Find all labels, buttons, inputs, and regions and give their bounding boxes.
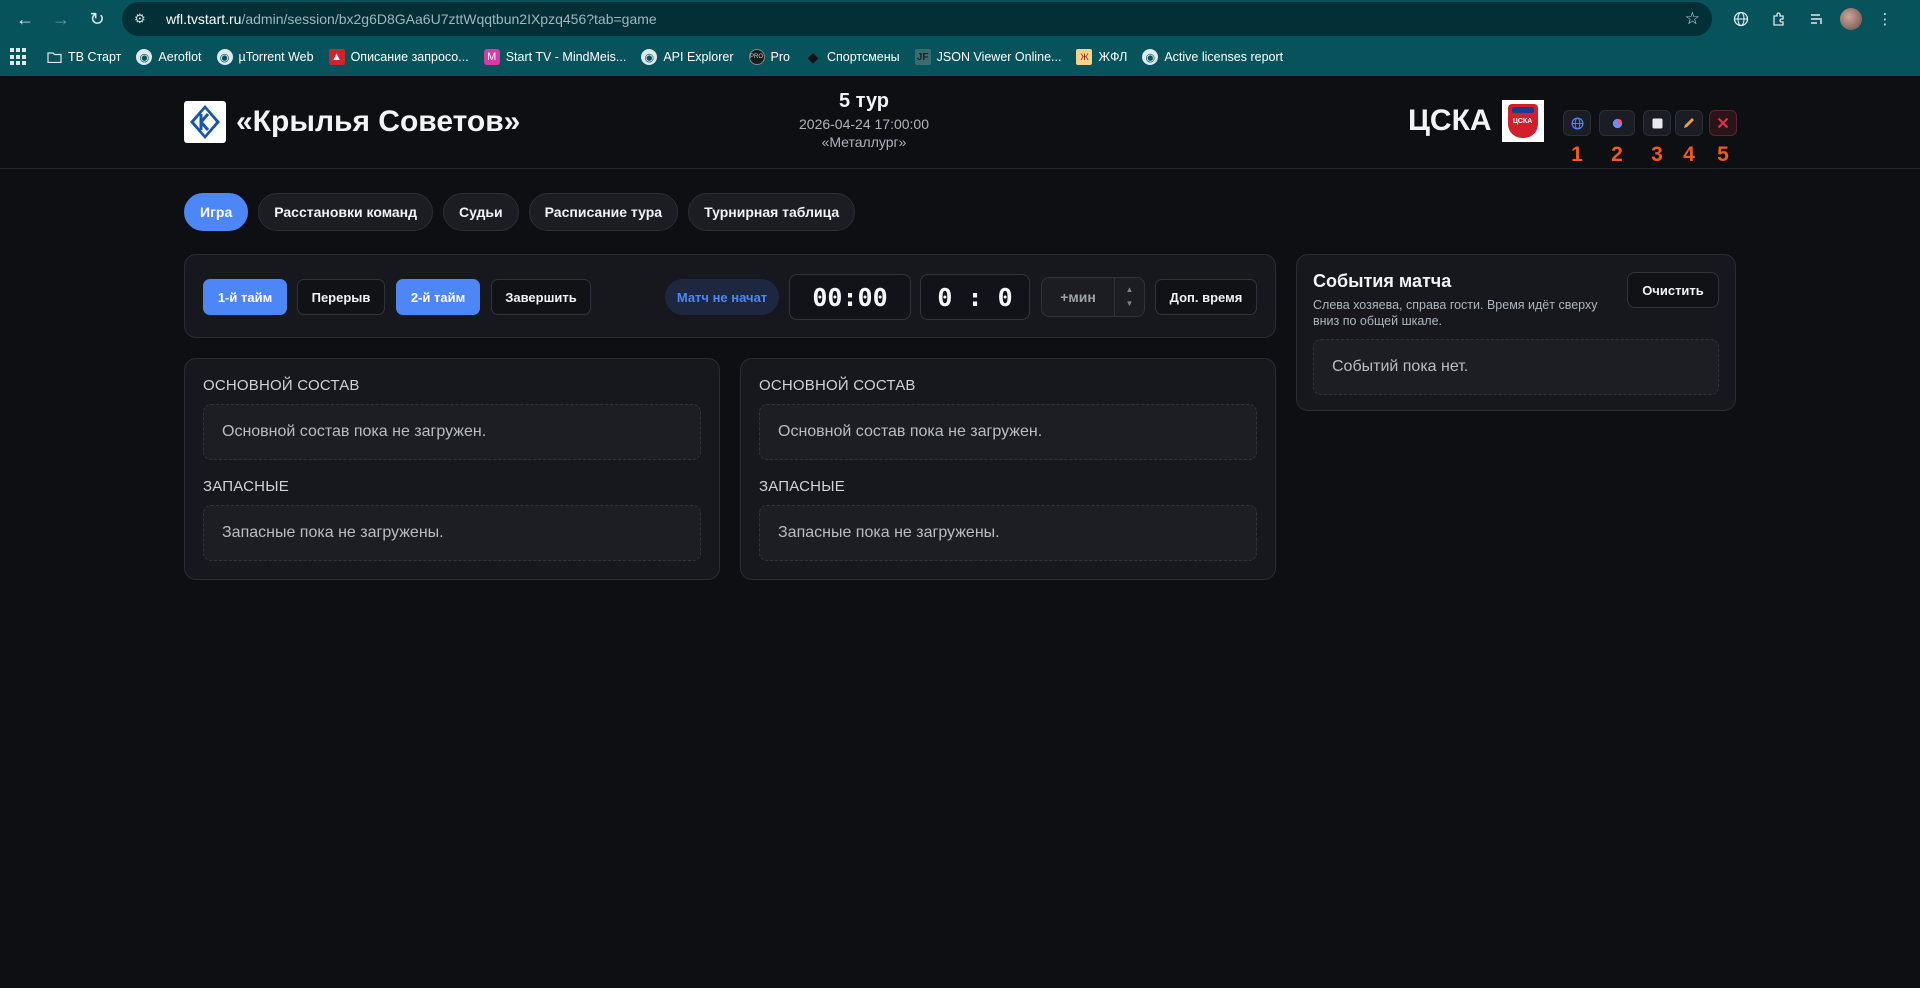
menu-dots-icon[interactable]: ⋮ bbox=[1870, 4, 1900, 34]
globe-icon: ◉ bbox=[641, 49, 658, 65]
folder-icon bbox=[46, 49, 62, 65]
bookmark-tvstart[interactable]: ТВ Старт bbox=[46, 49, 121, 65]
globe-icon: ◉ bbox=[1142, 49, 1159, 65]
reload-icon[interactable]: ↻ bbox=[80, 2, 114, 36]
match-control-panel: 1-й тайм Перерыв 2-й тайм Завершить Матч… bbox=[184, 254, 1276, 338]
main-lineup-empty: Основной состав пока не загружен. bbox=[759, 404, 1257, 460]
bookmarks-bar: ТВ Старт ◉ Aeroflot ◉ µTorrent Web ▲ Опи… bbox=[0, 38, 1920, 76]
zhfl-icon: Ж bbox=[1076, 49, 1093, 65]
tab-referees[interactable]: Судьи bbox=[443, 193, 519, 231]
main-lineup-heading: ОСНОВНОЙ СОСТАВ bbox=[203, 377, 360, 394]
bookmark-pro[interactable]: PRO Pro bbox=[748, 49, 790, 65]
close-button[interactable] bbox=[1709, 110, 1737, 136]
bookmark-utorrent[interactable]: ◉ µTorrent Web bbox=[216, 49, 314, 65]
away-team-name: ЦСКА bbox=[1408, 104, 1492, 137]
bookmark-json-viewer[interactable]: JF JSON Viewer Online... bbox=[914, 49, 1061, 65]
add-minutes-input[interactable]: +мин bbox=[1042, 278, 1114, 316]
subs-empty: Запасные пока не загружены. bbox=[759, 505, 1257, 561]
pdf-icon: ▲ bbox=[328, 49, 345, 65]
stop-button[interactable] bbox=[1643, 110, 1671, 136]
bookmark-star-icon[interactable]: ☆ bbox=[1685, 9, 1700, 29]
address-bar[interactable]: ⚙ wfl.tvstart.ru/admin/session/bx2g6D8GA… bbox=[122, 2, 1712, 36]
forward-arrow-icon[interactable]: → bbox=[44, 2, 78, 36]
square-icon bbox=[1652, 118, 1662, 128]
stepper-up-icon[interactable]: ▲ bbox=[1126, 283, 1134, 297]
away-team: ЦСКА ЦСКА bbox=[1408, 100, 1544, 142]
bookmark-pdf-description[interactable]: ▲ Описание запросо... bbox=[328, 49, 469, 65]
media-queue-icon[interactable] bbox=[1802, 4, 1832, 34]
subs-empty: Запасные пока не загружены. bbox=[203, 505, 701, 561]
site-settings-icon[interactable]: ⚙ bbox=[134, 11, 154, 27]
subs-heading: ЗАПАСНЫЕ bbox=[759, 478, 845, 495]
match-score: 0 : 0 bbox=[920, 274, 1030, 320]
bookmark-active-licenses[interactable]: ◉ Active licenses report bbox=[1142, 49, 1283, 65]
break-button[interactable]: Перерыв bbox=[297, 279, 385, 315]
diamond-icon: ◆ bbox=[807, 48, 819, 65]
annotation-3: 3 bbox=[1651, 143, 1663, 166]
close-icon bbox=[1717, 117, 1729, 129]
globe-button[interactable] bbox=[1563, 110, 1591, 136]
events-title: События матча bbox=[1313, 271, 1452, 291]
annotation-5: 5 bbox=[1717, 143, 1729, 166]
globe-icon: ◉ bbox=[216, 49, 233, 65]
bookmark-aeroflot[interactable]: ◉ Aeroflot bbox=[136, 49, 202, 65]
browser-toolbar: ← → ↻ ⚙ wfl.tvstart.ru/admin/session/bx2… bbox=[0, 0, 1920, 38]
bookmark-api-explorer[interactable]: ◉ API Explorer bbox=[641, 49, 734, 65]
mindmeister-icon: M bbox=[483, 49, 500, 65]
apps-grid-icon[interactable] bbox=[10, 48, 28, 66]
annotation-2: 2 bbox=[1611, 143, 1623, 166]
home-lineup-panel: ОСНОВНОЙ СОСТАВ Основной состав пока не … bbox=[184, 358, 720, 580]
edit-button[interactable] bbox=[1675, 110, 1703, 136]
back-arrow-icon[interactable]: ← bbox=[8, 2, 42, 36]
profile-avatar[interactable] bbox=[1840, 8, 1862, 30]
subs-heading: ЗАПАСНЫЕ bbox=[203, 478, 289, 495]
url-text[interactable]: wfl.tvstart.ru/admin/session/bx2g6D8GAa6… bbox=[166, 11, 657, 27]
finish-button[interactable]: Завершить bbox=[491, 279, 591, 315]
main-lineup-empty: Основной состав пока не загружен. bbox=[203, 404, 701, 460]
away-lineup-panel: ОСНОВНОЙ СОСТАВ Основной состав пока не … bbox=[740, 358, 1276, 580]
browser-chrome: ← → ↻ ⚙ wfl.tvstart.ru/admin/session/bx2… bbox=[0, 0, 1920, 76]
events-description: Слева хозяева, справа гости. Время идёт … bbox=[1313, 298, 1598, 328]
tab-tour-schedule[interactable]: Расписание тура bbox=[528, 193, 679, 231]
bookmark-mindmeister[interactable]: M Start TV - MindMeis... bbox=[483, 49, 626, 65]
tab-standings[interactable]: Турнирная таблица bbox=[688, 193, 856, 231]
first-half-button[interactable]: 1-й тайм bbox=[203, 279, 287, 315]
second-half-button[interactable]: 2-й тайм bbox=[396, 279, 480, 315]
bookmark-zhfl[interactable]: Ж ЖФЛ bbox=[1076, 49, 1127, 65]
bookmark-sportsmen[interactable]: ◆ Спортсмены bbox=[805, 49, 900, 65]
cska-logo: ЦСКА bbox=[1501, 100, 1544, 142]
layers-icon bbox=[1612, 118, 1622, 128]
tab-bar: Игра Расстановки команд Судьи Расписание… bbox=[184, 193, 856, 231]
events-empty: Событий пока нет. bbox=[1313, 339, 1719, 395]
translate-icon[interactable] bbox=[1726, 4, 1756, 34]
globe-icon bbox=[1571, 117, 1583, 129]
jf-icon: JF bbox=[914, 49, 931, 65]
tab-game[interactable]: Игра bbox=[184, 193, 249, 231]
match-events-panel: События матча Слева хозяева, справа гост… bbox=[1296, 254, 1736, 411]
tab-team-lineups[interactable]: Расстановки команд bbox=[258, 193, 433, 231]
overlay-button[interactable] bbox=[1599, 110, 1635, 136]
stepper-arrows[interactable]: ▲ ▼ bbox=[1114, 278, 1144, 316]
main-lineup-heading: ОСНОВНОЙ СОСТАВ bbox=[759, 377, 916, 394]
globe-icon: ◉ bbox=[136, 49, 153, 65]
annotation-1: 1 bbox=[1571, 143, 1583, 166]
pro-icon: PRO bbox=[748, 49, 765, 65]
extra-time-button[interactable]: Доп. время bbox=[1155, 279, 1257, 315]
add-minutes-stepper[interactable]: +мин ▲ ▼ bbox=[1041, 277, 1145, 317]
annotation-4: 4 bbox=[1683, 143, 1695, 166]
pencil-icon bbox=[1684, 118, 1694, 128]
clear-events-button[interactable]: Очистить bbox=[1627, 272, 1719, 308]
stepper-down-icon[interactable]: ▼ bbox=[1126, 297, 1134, 311]
extensions-icon[interactable] bbox=[1764, 4, 1794, 34]
match-timer: 00:00 bbox=[789, 274, 911, 320]
cska-shield-icon: ЦСКА bbox=[1507, 104, 1538, 138]
match-status-badge: Матч не начат bbox=[665, 279, 779, 315]
